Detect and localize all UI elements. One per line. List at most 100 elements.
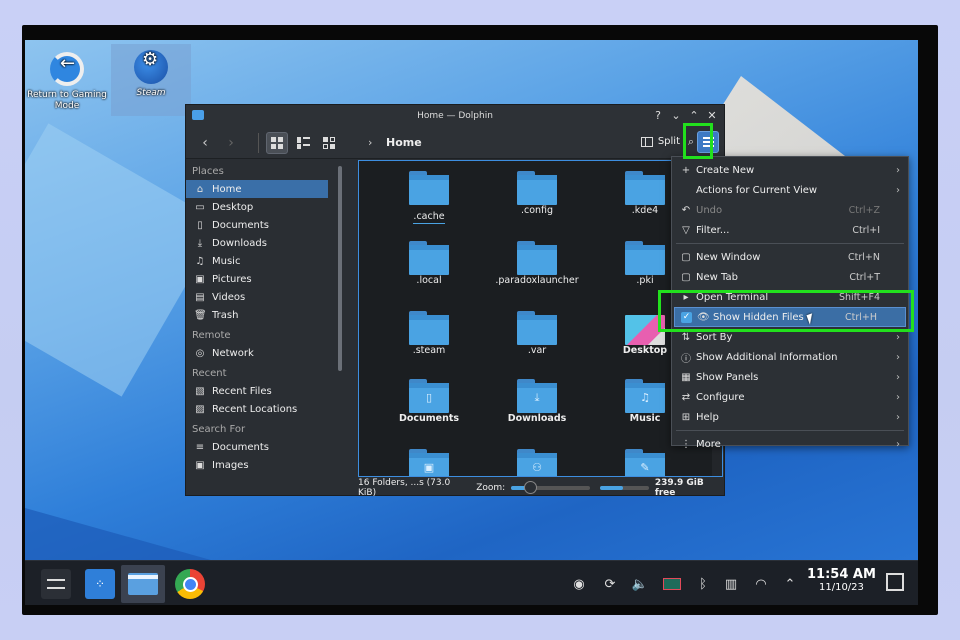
split-view-icon xyxy=(640,136,653,147)
folder-emblem-icon: ♫ xyxy=(640,391,650,404)
file-item[interactable]: .var xyxy=(487,311,587,356)
menu-item-sort-by[interactable]: ⇅ Sort By › xyxy=(672,327,908,347)
file-item[interactable]: ▯ Documents xyxy=(379,379,479,424)
steam-icon: ◉ xyxy=(573,576,585,592)
menu-item-create-new[interactable]: + Create New › xyxy=(672,160,908,180)
menu-item-shortcut: Ctrl+I xyxy=(852,224,880,236)
folder-icon xyxy=(128,573,158,595)
sidebar-item-network[interactable]: ◎ Network xyxy=(186,344,346,362)
taskbar-discover[interactable]: ⁘ xyxy=(85,569,115,599)
toolbar-separator xyxy=(258,133,259,153)
return-arrow-icon xyxy=(50,52,84,86)
menu-item-open-terminal[interactable]: ▸ Open Terminal Shift+F4 xyxy=(672,287,908,307)
desktop-icon-steam[interactable]: Steam xyxy=(111,44,191,116)
store-bag-icon: ⁘ xyxy=(94,577,106,591)
tray-steam[interactable]: ◉ xyxy=(568,573,590,595)
desktop-icon-return-gaming-mode[interactable]: Return to Gaming Mode xyxy=(27,46,107,118)
folder-emblem-icon: ⤓ xyxy=(534,391,540,404)
compact-view-button[interactable] xyxy=(292,132,314,154)
file-name: .cache xyxy=(413,211,445,224)
sidebar-item-downloads[interactable]: ⤓ Downloads xyxy=(186,234,346,252)
search-button[interactable]: ⌕ xyxy=(688,135,694,149)
folder-emblem-icon: ✎ xyxy=(640,461,650,474)
sidebar-item-images[interactable]: ▣ Images xyxy=(186,456,346,474)
sidebar-item-desktop[interactable]: ▭ Desktop xyxy=(186,198,346,216)
split-button[interactable]: Split xyxy=(640,136,680,147)
minimize-button[interactable]: ⌄ xyxy=(670,109,682,122)
submenu-arrow-icon: › xyxy=(896,438,900,450)
file-name: Music xyxy=(629,413,661,424)
menu-item-show-panels[interactable]: ▦ Show Panels › xyxy=(672,367,908,387)
taskbar-chrome[interactable] xyxy=(175,569,205,599)
file-item[interactable]: ▣ xyxy=(379,449,479,476)
taskbar-settings[interactable] xyxy=(41,569,71,599)
hamburger-menu-button[interactable] xyxy=(697,131,719,153)
menu-item-new-tab[interactable]: ▢ New Tab Ctrl+T xyxy=(672,267,908,287)
file-item[interactable]: ⤓ Downloads xyxy=(487,379,587,424)
menu-item-show-hidden-files[interactable]: ✓ 👁 Show Hidden Files Ctrl+H xyxy=(674,307,906,327)
home-icon: ⌂ xyxy=(196,183,204,195)
back-button[interactable]: ‹ xyxy=(194,132,216,154)
menu-item-help[interactable]: ⊞ Help › xyxy=(672,407,908,427)
sidebar-item-recent-files[interactable]: ▧ Recent Files xyxy=(186,382,346,400)
tray-battery[interactable] xyxy=(661,573,683,595)
folder-icon xyxy=(409,311,449,345)
tray-updates[interactable]: ⟳ xyxy=(599,573,621,595)
file-item[interactable]: .paradoxlauncher xyxy=(487,241,587,286)
menu-item-actions-for-current-view[interactable]: Actions for Current View › xyxy=(672,180,908,200)
file-item[interactable]: .cache xyxy=(379,171,479,224)
window-titlebar[interactable]: Home — Dolphin ? ⌄ ⌃ ✕ xyxy=(186,105,724,127)
checkbox-checked-icon[interactable]: ✓ xyxy=(681,311,692,323)
forward-button[interactable]: › xyxy=(220,132,242,154)
file-item[interactable]: .local xyxy=(379,241,479,286)
places-scrollbar[interactable] xyxy=(334,160,346,477)
tray-wifi[interactable]: ◠ xyxy=(749,573,773,595)
tray-expand[interactable]: ⌃ xyxy=(781,573,799,595)
taskbar-dolphin[interactable] xyxy=(121,565,165,603)
sidebar-item-recent-locations[interactable]: ▨ Recent Locations xyxy=(186,400,346,418)
folder-icon xyxy=(409,171,449,205)
zoom-slider-handle[interactable] xyxy=(523,481,537,494)
new-tab-icon: ▢ xyxy=(681,271,691,283)
menu-item-label: Actions for Current View xyxy=(696,184,818,196)
tray-volume[interactable]: 🔈 xyxy=(629,573,651,595)
clock[interactable]: 11:54 AM 11/10/23 xyxy=(807,568,876,594)
sidebar-item-label: Recent Files xyxy=(212,385,272,397)
breadcrumb-home[interactable]: Home xyxy=(386,136,422,149)
icons-view-button[interactable] xyxy=(266,132,288,154)
menu-item-filter[interactable]: ▽ Filter... Ctrl+I xyxy=(672,220,908,240)
menu-item-show-additional-information[interactable]: ⓘ Show Additional Information › xyxy=(672,347,908,367)
file-item[interactable]: .steam xyxy=(379,311,479,356)
sidebar-item-pictures[interactable]: ▣ Pictures xyxy=(186,270,346,288)
menu-item-configure[interactable]: ⇄ Configure › xyxy=(672,387,908,407)
close-button[interactable]: ✕ xyxy=(706,109,718,122)
menu-item-label: Configure xyxy=(696,391,745,403)
menu-item-new-window[interactable]: ▢ New Window Ctrl+N xyxy=(672,247,908,267)
maximize-button[interactable]: ⌃ xyxy=(688,109,700,122)
menu-item-undo[interactable]: ↶ Undo Ctrl+Z xyxy=(672,200,908,220)
sidebar-item-trash[interactable]: 🗑 Trash xyxy=(186,306,346,324)
file-name: .kde4 xyxy=(631,205,659,216)
sidebar-item-label: Downloads xyxy=(212,237,267,249)
zoom-slider[interactable] xyxy=(511,481,591,494)
sidebar-item-music[interactable]: ♫ Music xyxy=(186,252,346,270)
menu-item-more[interactable]: ⋮ More › xyxy=(672,434,908,454)
tray-bluetooth[interactable]: ᛒ xyxy=(693,573,713,595)
sidebar-item-videos[interactable]: ▤ Videos xyxy=(186,288,346,306)
split-label: Split xyxy=(657,136,680,147)
menu-item-label: Help xyxy=(696,411,719,423)
desktop-icon-label: Return to Gaming Mode xyxy=(27,90,107,111)
tray-usb[interactable]: ▥ xyxy=(721,573,741,595)
sidebar-item-documents[interactable]: ≡ Documents xyxy=(186,438,346,456)
configure-icon: ⇄ xyxy=(681,391,691,403)
show-desktop-button[interactable] xyxy=(886,573,904,591)
file-item[interactable]: .config xyxy=(487,171,587,216)
file-item[interactable]: ⚇ xyxy=(487,449,587,476)
sidebar-item-documents[interactable]: ▯ Documents xyxy=(186,216,346,234)
details-view-button[interactable] xyxy=(318,132,340,154)
sidebar-item-home[interactable]: ⌂ Home xyxy=(186,180,328,198)
help-button[interactable]: ? xyxy=(652,109,664,122)
sidebar-item-label: Documents xyxy=(212,441,270,453)
file-view[interactable]: .cache .config .kde4 .local .paradoxlaun… xyxy=(358,160,723,477)
submenu-arrow-icon: › xyxy=(896,164,900,176)
